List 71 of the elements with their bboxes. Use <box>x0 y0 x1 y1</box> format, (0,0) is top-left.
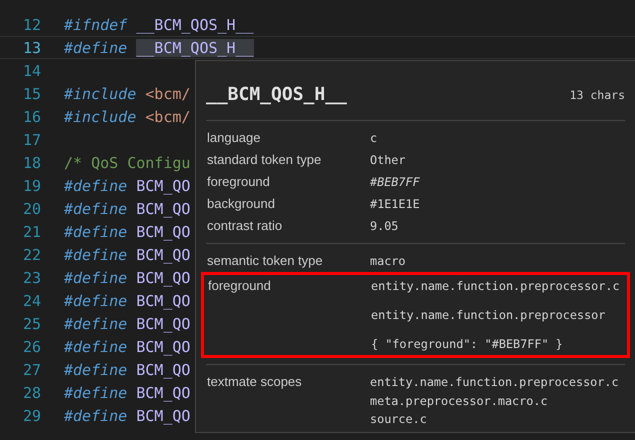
property-value: macro <box>370 253 407 270</box>
line-number: 17 <box>22 130 41 148</box>
line-number: 29 <box>22 406 41 424</box>
line-number: 18 <box>22 154 41 172</box>
line-number: 15 <box>22 84 41 102</box>
line-number: 24 <box>22 292 41 310</box>
code-token: #ifndef <box>64 16 128 34</box>
code-token: BCM_QO <box>136 246 190 264</box>
property-label: language <box>207 129 262 147</box>
code-token: #define <box>64 222 128 240</box>
code-token: BCM_QO <box>136 292 190 310</box>
property-value: source.c <box>370 411 428 426</box>
property-value: entity.name.function.preprocessor.c <box>370 374 620 390</box>
line-number: 27 <box>22 360 41 378</box>
property-value: Other <box>370 152 407 169</box>
property-value: #1E1E1E <box>370 196 421 213</box>
line-number: 14 <box>22 62 41 80</box>
property-value: 9.05 <box>370 218 400 235</box>
line-number: 12 <box>22 16 41 34</box>
code-token: #include <box>64 84 136 102</box>
code-token: #define <box>64 338 128 356</box>
line-number: 16 <box>22 108 41 126</box>
code-token: #define <box>64 246 128 264</box>
line-number: 22 <box>22 246 41 264</box>
line-number: 23 <box>22 268 41 286</box>
code-token: BCM_QO <box>136 222 190 240</box>
code-token: BCM_QO <box>136 314 190 332</box>
property-value: { "foreground": "#BEB7FF" } <box>371 336 564 353</box>
property-label: background <box>207 195 276 213</box>
line-number: 19 <box>22 176 41 194</box>
line-number: 13 <box>22 38 41 56</box>
property-label: textmate scopes <box>207 373 303 391</box>
code-token: #define <box>64 38 128 56</box>
code-token: <bcm/ <box>145 84 190 102</box>
property-value: meta.preprocessor.macro.c <box>370 392 549 408</box>
code-token: <bcm/ <box>145 108 190 126</box>
code-token: BCM_QO <box>136 268 190 286</box>
property-label: semantic token type <box>207 252 324 270</box>
code-token: __BCM_QOS_H__ <box>136 16 254 34</box>
code-token: #define <box>64 268 128 286</box>
code-token: BCM_QO <box>136 176 190 194</box>
line-number: 28 <box>22 384 41 402</box>
code-token: BCM_QO <box>136 406 190 424</box>
code-token: BCM_QO <box>136 338 190 356</box>
property-label: foreground <box>208 277 272 295</box>
property-value: entity.name.function.preprocessor.c <box>371 278 621 295</box>
code-token: #define <box>64 176 128 194</box>
token-title: __BCM_QOS_H__ <box>206 84 347 105</box>
code-token: __BCM_QOS_H__ <box>136 38 254 56</box>
code-token: #include <box>64 108 136 126</box>
code-token: #define <box>64 292 128 310</box>
code-token: #define <box>64 200 128 218</box>
property-value: c <box>370 130 378 147</box>
code-comment: /* QoS Configu <box>64 154 190 172</box>
code-token: #define <box>64 314 128 332</box>
code-token: BCM_QO <box>136 200 190 218</box>
code-token: #define <box>64 384 128 402</box>
char-count: 13 chars <box>570 88 625 102</box>
line-number: 26 <box>22 338 41 356</box>
line-number: 21 <box>22 222 41 240</box>
code-token: BCM_QO <box>136 384 190 402</box>
property-label: contrast ratio <box>207 217 284 235</box>
line-number: 25 <box>22 314 41 332</box>
code-token: #define <box>64 406 128 424</box>
property-value: entity.name.function.preprocessor <box>371 307 606 324</box>
property-label: foreground <box>207 173 271 191</box>
code-token: #define <box>64 360 128 378</box>
property-label: standard token type <box>207 151 322 169</box>
property-value: #BEB7FF <box>370 174 421 191</box>
line-number: 20 <box>22 200 41 218</box>
code-token: BCM_QO <box>136 360 190 378</box>
